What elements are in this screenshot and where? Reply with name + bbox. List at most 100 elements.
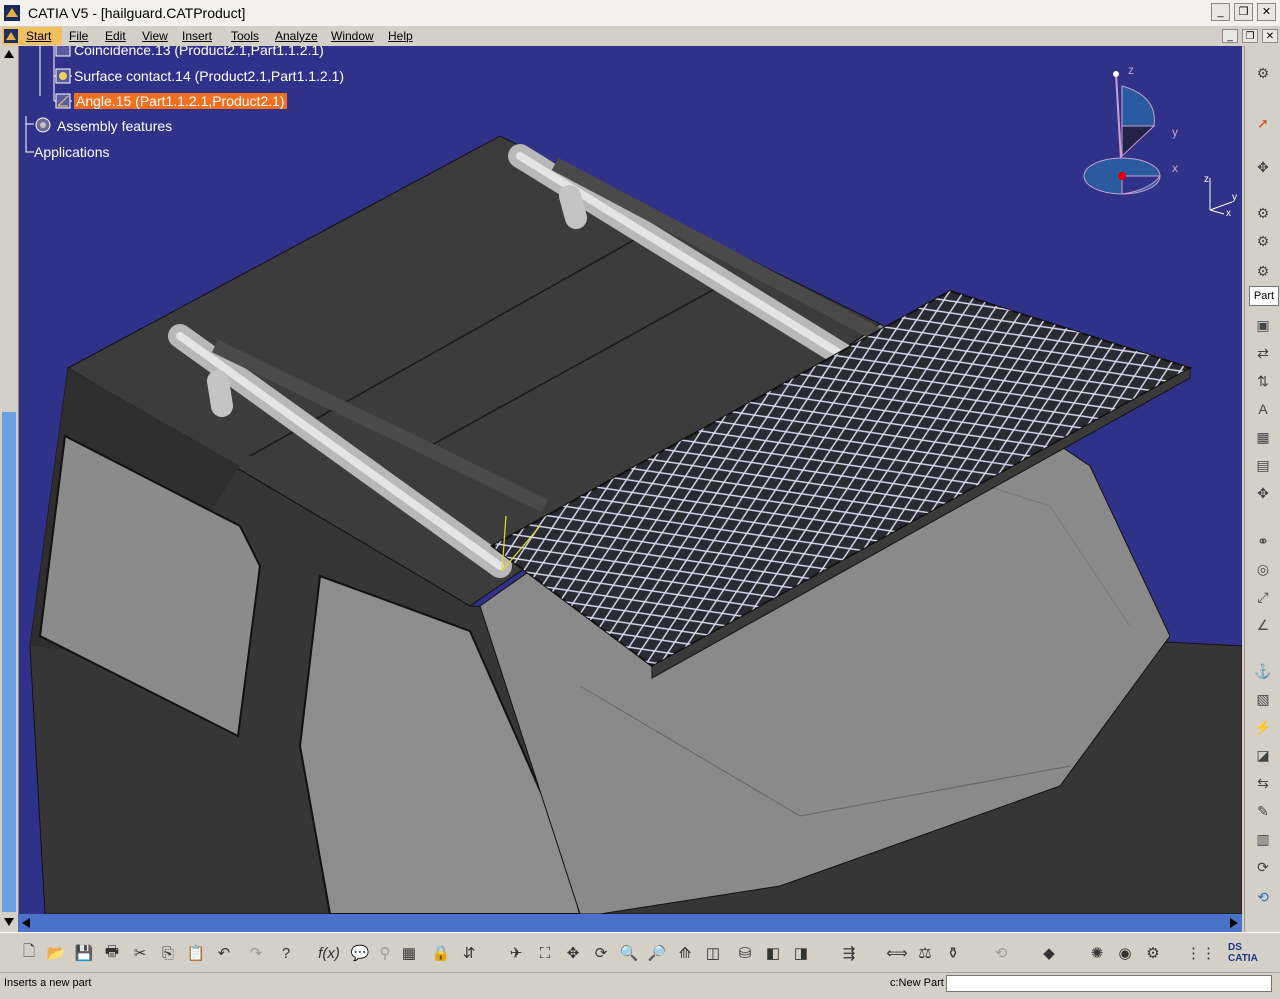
scroll-down-arrow-icon[interactable] bbox=[4, 918, 14, 926]
new-document-icon[interactable]: 🗋 bbox=[18, 942, 40, 964]
graph-tree-reordering-icon[interactable]: ⇅ bbox=[1252, 370, 1274, 392]
explode-icon[interactable]: ⇶ bbox=[838, 942, 860, 964]
reuse-pattern-icon[interactable]: ✎ bbox=[1252, 800, 1274, 822]
new-part-gear-icon[interactable]: ⚙ bbox=[1252, 260, 1274, 282]
angle-constraint-toolbar-icon[interactable]: ∠ bbox=[1252, 614, 1274, 636]
new-product-icon[interactable]: ⚙ bbox=[1252, 230, 1274, 252]
menu-edit[interactable]: Edit bbox=[105, 29, 126, 43]
menu-window[interactable]: Window bbox=[331, 29, 374, 43]
whats-this-icon[interactable]: ? bbox=[275, 942, 297, 964]
lock-icon[interactable]: 🔒 bbox=[430, 942, 452, 964]
normal-view-icon[interactable]: ⟰ bbox=[674, 942, 696, 964]
measure-item-icon[interactable]: ⚖ bbox=[914, 942, 936, 964]
model-canvas[interactable] bbox=[0, 46, 1242, 914]
minimize-button[interactable]: _ bbox=[1211, 3, 1230, 21]
measure-between-icon[interactable]: ⟺ bbox=[886, 942, 908, 964]
catalog-icon[interactable]: ▦ bbox=[398, 942, 420, 964]
close-button[interactable]: ✕ bbox=[1257, 3, 1276, 21]
clash-analysis-icon[interactable]: ✺ bbox=[1086, 942, 1108, 964]
contact-constraint-icon[interactable]: ◎ bbox=[1252, 558, 1274, 580]
product-structure-icon[interactable]: ⚙ bbox=[1252, 62, 1274, 84]
select-arrow-icon[interactable]: ➚ bbox=[1252, 112, 1274, 134]
move-component-icon[interactable]: ✥ bbox=[1252, 156, 1274, 178]
fix-component-icon[interactable]: ⚓ bbox=[1252, 660, 1274, 682]
angle-constraint-icon[interactable] bbox=[54, 92, 72, 110]
open-folder-icon[interactable]: 📂 bbox=[45, 942, 67, 964]
menu-help[interactable]: Help bbox=[388, 29, 413, 43]
tree-node-surface-contact[interactable]: Surface contact.14 (Product2.1,Part1.1.2… bbox=[74, 68, 344, 84]
rotate-icon[interactable]: ⟳ bbox=[590, 942, 612, 964]
paste-icon[interactable]: 📋 bbox=[185, 942, 207, 964]
update-icon[interactable]: ▥ bbox=[1252, 828, 1274, 850]
update-all-icon[interactable]: ⟲ bbox=[990, 942, 1012, 964]
fast-multi-instantiation-icon[interactable]: ▤ bbox=[1252, 454, 1274, 476]
render-style-icon[interactable]: ⛁ bbox=[734, 942, 756, 964]
change-constraint-icon[interactable]: ⇆ bbox=[1252, 772, 1274, 794]
manipulation-icon[interactable]: ✥ bbox=[1252, 482, 1274, 504]
scroll-left-arrow-icon[interactable] bbox=[22, 918, 30, 928]
cut-icon[interactable]: ✂ bbox=[129, 942, 151, 964]
menu-tools[interactable]: Tools bbox=[231, 29, 259, 43]
print-icon[interactable]: 🖶 bbox=[101, 942, 123, 964]
menu-start[interactable]: Start bbox=[26, 29, 51, 43]
existing-component-icon[interactable]: ▣ bbox=[1252, 314, 1274, 336]
menu-view[interactable]: View bbox=[142, 29, 168, 43]
measure-inertia-icon[interactable]: ⚱ bbox=[942, 942, 964, 964]
tree-node-coincidence[interactable]: Coincidence.13 (Product2.1,Part1.1.2.1) bbox=[74, 46, 324, 58]
menu-analyze[interactable]: Analyze bbox=[275, 29, 318, 43]
doc-restore-button[interactable]: ❐ bbox=[1242, 29, 1258, 43]
doc-close-button[interactable]: ✕ bbox=[1262, 29, 1278, 43]
tree-node-assembly-features[interactable]: Assembly features bbox=[57, 118, 172, 134]
catia-app-icon[interactable] bbox=[4, 5, 20, 21]
quick-view-icon[interactable]: ◫ bbox=[702, 942, 724, 964]
menu-file[interactable]: File bbox=[69, 29, 88, 43]
restore-button[interactable]: ❐ bbox=[1234, 3, 1253, 21]
surface-contact-icon[interactable] bbox=[54, 67, 72, 85]
new-component-icon[interactable]: ⚙ bbox=[1252, 202, 1274, 224]
copy-icon[interactable]: ⎘ bbox=[157, 942, 179, 964]
swap-visible-space-icon[interactable]: ◨ bbox=[790, 942, 812, 964]
compass-widget[interactable]: z y x bbox=[1080, 66, 1190, 236]
zoom-in-icon[interactable]: 🔍 bbox=[618, 942, 640, 964]
quick-constraint-icon[interactable]: ⚡ bbox=[1252, 716, 1274, 738]
replace-component-icon[interactable]: ⇄ bbox=[1252, 342, 1274, 364]
formula-icon[interactable]: f(x) bbox=[318, 942, 340, 964]
flexible-subassembly-icon[interactable]: ◪ bbox=[1252, 744, 1274, 766]
sync-icon[interactable]: ⟲ bbox=[1252, 886, 1274, 908]
undo-icon[interactable]: ↶ bbox=[213, 942, 235, 964]
tree-node-applications[interactable]: Applications bbox=[34, 144, 110, 160]
right-toolbar: ⚙ ➚ ✥ ⚙ ⚙ ⚙ Part ▣ ⇄ ⇅ A ▦ ▤ ✥ ⚭ ◎ ⤢ ∠ ⚓… bbox=[1244, 46, 1280, 932]
fix-together-icon[interactable]: ▧ bbox=[1252, 688, 1274, 710]
scroll-right-arrow-icon[interactable] bbox=[1230, 918, 1238, 928]
fit-all-icon[interactable]: ⛶ bbox=[534, 942, 556, 964]
comment-icon[interactable]: 💬 bbox=[349, 942, 371, 964]
command-input[interactable] bbox=[946, 975, 1272, 992]
horizontal-scrollbar[interactable] bbox=[18, 914, 1242, 932]
doc-minimize-button[interactable]: _ bbox=[1222, 29, 1238, 43]
product-catalog-icon[interactable]: ⋮⋮ bbox=[1186, 942, 1216, 964]
design-table-icon[interactable]: ⚲ bbox=[374, 942, 396, 964]
coincidence-constraint-icon[interactable]: ⚭ bbox=[1252, 530, 1274, 552]
redo-icon[interactable]: ↷ bbox=[245, 942, 267, 964]
space-analysis-icon[interactable]: ⟳ bbox=[1252, 856, 1274, 878]
scrollbar-thumb[interactable] bbox=[2, 412, 16, 912]
scroll-up-arrow-icon[interactable] bbox=[4, 50, 14, 58]
hide-show-icon[interactable]: ◧ bbox=[762, 942, 784, 964]
3d-viewport[interactable]: Coincidence.13 (Product2.1,Part1.1.2.1) … bbox=[0, 46, 1242, 914]
save-icon[interactable]: 💾 bbox=[73, 942, 95, 964]
pan-icon[interactable]: ✥ bbox=[562, 942, 584, 964]
distance-analysis-icon[interactable]: ⚙ bbox=[1142, 942, 1164, 964]
fly-mode-icon[interactable]: ✈ bbox=[505, 942, 527, 964]
zoom-out-icon[interactable]: 🔎 bbox=[646, 942, 668, 964]
offset-constraint-icon[interactable]: ⤢ bbox=[1252, 586, 1274, 608]
menu-insert[interactable]: Insert bbox=[182, 29, 212, 43]
tree-node-angle-selected[interactable]: Angle.15 (Part1.1.2.1,Product2.1) bbox=[74, 93, 287, 109]
scene-icon[interactable]: ◆ bbox=[1038, 942, 1060, 964]
vertical-scrollbar[interactable] bbox=[0, 46, 19, 914]
constraint-icon[interactable] bbox=[54, 46, 72, 58]
generate-numbering-icon[interactable]: A bbox=[1252, 398, 1274, 420]
multi-instantiation-icon[interactable]: ▦ bbox=[1252, 426, 1274, 448]
sectioning-icon[interactable]: ◉ bbox=[1114, 942, 1136, 964]
assembly-features-icon[interactable] bbox=[34, 116, 52, 134]
catalog-browser-icon[interactable]: ⇵ bbox=[458, 942, 480, 964]
